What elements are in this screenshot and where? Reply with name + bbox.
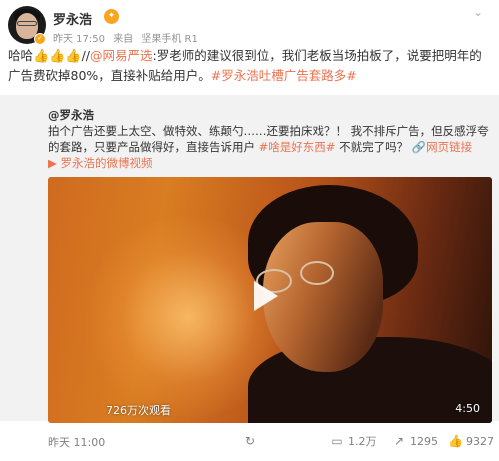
post-meta: 昨天 17:50 来自 坚果手机 R1 [53,30,203,45]
repost-text: @罗永浩 拍个广告还要上太空、做特效、练颠勺……还要拍床戏？！ 我不排斥广告，但… [48,107,492,171]
video-player[interactable]: 726万次观看 4:50 [48,177,492,423]
repost-icon: ↻ [244,434,256,448]
share-count: 1295 [410,434,438,448]
footer-time: 昨天 11:00 [48,436,106,449]
like-icon: 👍 [448,434,463,448]
post-time: 昨天 17:50 [53,34,105,45]
post-text: 哈哈👍👍👍//@网易严选:罗老师的建议很到位，我们老板当场拍板了，说要把明年的广… [8,46,492,85]
web-link-label: 网页链接 [426,140,473,154]
repost-body-2: 不就完了吗？ [335,140,409,154]
link-icon: 🔗 [411,140,427,154]
repost-hashtag[interactable]: #啥是好东西# [259,140,336,154]
hashtag-link[interactable]: #罗永浩吐槽广告套路多# [211,68,357,83]
video-link-icon: ▶ [48,156,57,170]
like-button[interactable]: 👍 9327 [448,430,494,452]
play-icon[interactable] [254,281,278,311]
post-text-prefix: 哈哈 [8,48,34,63]
thumbs-up-emoji: 👍👍👍 [33,49,82,64]
vip-badge-icon: ✦ [104,9,119,24]
like-count: 9327 [466,434,494,448]
repost-user[interactable]: @罗永浩 [48,108,94,122]
repost-card[interactable]: @罗永浩 拍个广告还要上太空、做特效、练颠勺……还要拍床戏？！ 我不排斥广告，但… [0,95,499,423]
share-icon: ↗ [393,434,405,448]
repost-separator: // [81,48,91,63]
mention-link[interactable]: @网易严选 [90,48,153,63]
video-link-label: 罗永浩的微博视频 [60,156,153,170]
comment-icon: ▭ [331,434,343,448]
repost-button[interactable]: ↻ [243,430,261,452]
verified-badge-icon: ✓ [34,33,46,45]
video-person-face [263,222,383,372]
comment-count: 1.2万 [348,435,377,448]
share-button[interactable]: ↗ 1295 [392,430,438,452]
view-count: 726万次观看 [106,404,171,417]
web-link[interactable]: 🔗网页链接 [412,140,472,154]
video-link[interactable]: ▶ 罗永浩的微博视频 [48,156,153,170]
weibo-post: ✓ 罗永浩 ✦ ⌄ 昨天 17:50 来自 坚果手机 R1 哈哈👍👍👍//@网易… [0,0,499,461]
username[interactable]: 罗永浩 [53,9,92,28]
video-duration: 4:50 [455,402,480,415]
source-prefix: 来自 [113,34,134,45]
source-device[interactable]: 坚果手机 R1 [141,34,198,45]
avatar-glasses [17,21,37,26]
video-glasses-right [300,261,334,285]
comment-button[interactable]: ▭ 1.2万 [330,430,377,452]
post-footer: 昨天 11:00 ↻ ▭ 1.2万 ↗ 1295 👍 9327 [0,426,499,456]
more-options-icon[interactable]: ⌄ [473,6,487,18]
